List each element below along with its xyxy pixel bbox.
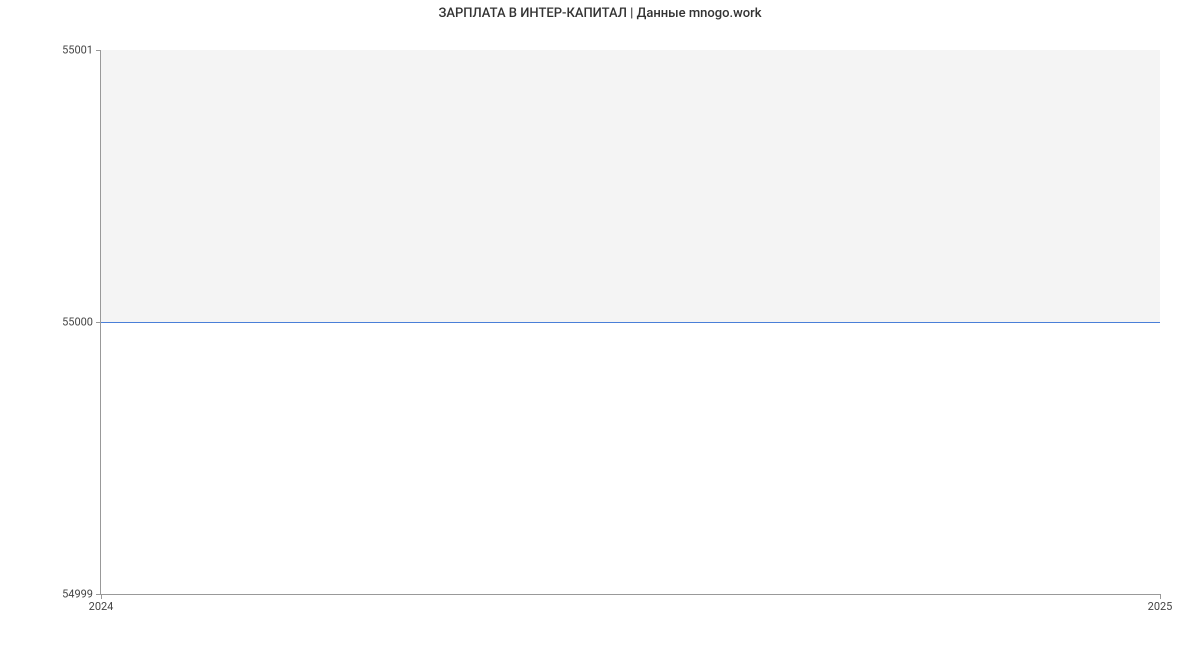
x-tick-label: 2024 — [89, 600, 114, 613]
chart-title: ЗАРПЛАТА В ИНТЕР-КАПИТАЛ | Данные mnogo.… — [0, 0, 1200, 21]
chart-container: 55001 55000 54999 2024 2025 — [100, 50, 1160, 595]
y-tick-label: 54999 — [62, 588, 93, 601]
plot-area: 55001 55000 54999 2024 2025 — [100, 50, 1160, 595]
x-tick-label: 2025 — [1148, 600, 1173, 613]
series-line — [101, 322, 1160, 323]
y-tick-label: 55000 — [62, 316, 93, 329]
area-fill — [101, 50, 1160, 322]
y-tick-label: 55001 — [62, 44, 93, 57]
